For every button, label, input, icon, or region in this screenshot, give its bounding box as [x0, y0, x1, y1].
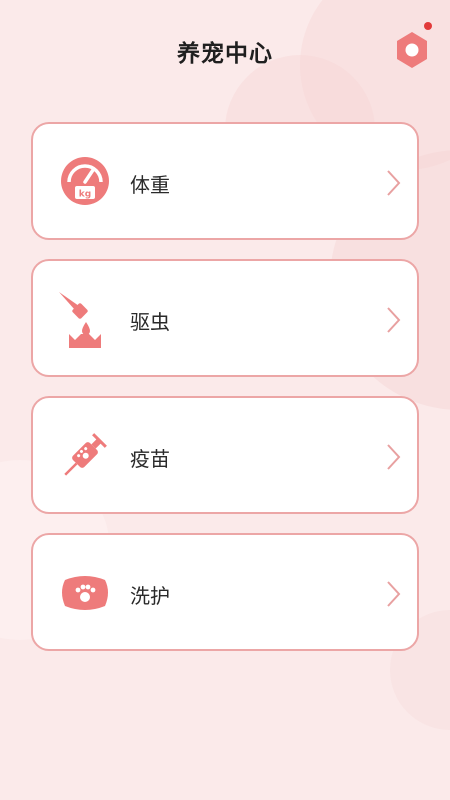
menu-item-label: 体重 [130, 173, 170, 197]
menu-item-weight[interactable]: kg 体重 [31, 122, 419, 240]
menu-item-label: 疫苗 [130, 447, 170, 471]
chevron-right-icon [387, 170, 401, 196]
menu-item-label: 洗护 [130, 584, 170, 608]
page-title: 养宠中心 [177, 41, 273, 67]
menu-item-grooming[interactable]: 洗护 [31, 533, 419, 651]
vaccine-syringe-icon [55, 425, 115, 485]
care-menu-list: kg 体重 驱虫 疫苗 洗护 [31, 122, 419, 670]
notification-dot [424, 22, 432, 30]
header: 养宠中心 [0, 0, 450, 105]
settings-button[interactable] [394, 30, 430, 70]
chevron-right-icon [387, 581, 401, 607]
weight-scale-icon: kg [55, 151, 115, 211]
chevron-right-icon [387, 444, 401, 470]
menu-item-vaccine[interactable]: 疫苗 [31, 396, 419, 514]
settings-icon [397, 32, 427, 68]
chevron-right-icon [387, 307, 401, 333]
menu-item-label: 驱虫 [130, 310, 170, 334]
deworm-drop-icon [55, 288, 115, 348]
menu-item-deworm[interactable]: 驱虫 [31, 259, 419, 377]
svg-text:kg: kg [79, 190, 91, 200]
bath-soap-icon [55, 562, 115, 622]
